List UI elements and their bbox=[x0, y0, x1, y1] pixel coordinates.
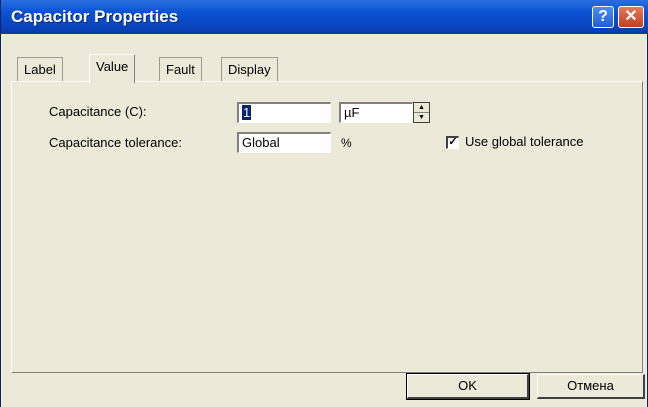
cancel-button-label: Отмена bbox=[567, 378, 614, 393]
close-button[interactable]: ✕ bbox=[618, 6, 644, 28]
capacitance-label: Capacitance (C): bbox=[49, 104, 147, 119]
spinner-down-icon[interactable]: ▼ bbox=[414, 113, 429, 122]
use-global-tolerance-label[interactable]: Use global tolerance bbox=[465, 134, 584, 149]
checkmark-icon: ✓ bbox=[448, 136, 458, 148]
tolerance-unit: % bbox=[341, 136, 352, 150]
tolerance-label: Capacitance tolerance: bbox=[49, 135, 182, 150]
tab-fault-text: Fault bbox=[166, 62, 195, 77]
tab-label[interactable]: Label bbox=[17, 57, 63, 81]
tab-display[interactable]: Display bbox=[221, 57, 278, 81]
window-title: Capacitor Properties bbox=[11, 7, 179, 26]
tab-panel-value bbox=[11, 81, 643, 373]
tolerance-value-text: Global bbox=[242, 135, 280, 150]
tab-fault[interactable]: Fault bbox=[159, 57, 202, 81]
ok-button[interactable]: OK bbox=[406, 373, 530, 400]
tab-label-text: Label bbox=[24, 62, 56, 77]
close-icon: ✕ bbox=[624, 8, 638, 25]
capacitance-unit-input[interactable]: µF bbox=[339, 102, 413, 123]
capacitance-value-text: 1 bbox=[242, 105, 252, 120]
capacitor-properties-dialog: Capacitor Properties ? ✕ Label Value Fau… bbox=[0, 0, 648, 407]
tolerance-input[interactable]: Global bbox=[237, 132, 331, 153]
capacitance-unit-spinner[interactable]: ▲ ▼ bbox=[413, 102, 430, 123]
tab-value-text: Value bbox=[96, 59, 129, 74]
cancel-button[interactable]: Отмена bbox=[537, 374, 645, 399]
capacitance-unit-text: µF bbox=[344, 105, 360, 120]
use-global-tolerance-checkbox[interactable]: ✓ bbox=[446, 136, 459, 149]
help-icon: ? bbox=[598, 8, 608, 25]
capacitance-value-input[interactable]: 1 bbox=[237, 102, 331, 123]
ok-button-label: OK bbox=[458, 378, 477, 393]
tab-value[interactable]: Value bbox=[89, 54, 136, 83]
help-button[interactable]: ? bbox=[592, 6, 614, 28]
title-bar[interactable]: Capacitor Properties ? ✕ bbox=[1, 0, 648, 34]
tab-display-text: Display bbox=[228, 62, 271, 77]
spinner-up-icon[interactable]: ▲ bbox=[414, 103, 429, 113]
